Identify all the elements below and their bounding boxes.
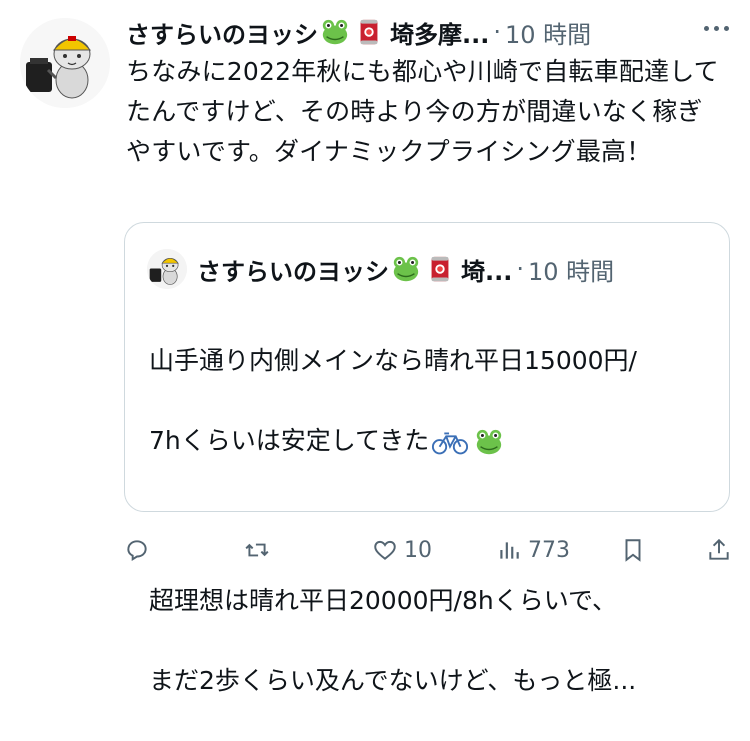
tweet-actions-bar: 10 773	[0, 530, 750, 570]
bicycle-emoji-icon	[432, 432, 469, 455]
tweet-text: ちなみに2022年秋にも都心や川崎で自転車配達してたんですけど、その時より今の方…	[126, 57, 719, 166]
quoted-line: 7hくらいは安定してきた	[149, 421, 719, 461]
quoted-author-avatar	[147, 249, 187, 289]
quoted-line-text: 7hくらいは安定してきた	[149, 426, 430, 455]
reply-button[interactable]	[124, 536, 150, 564]
more-dot-icon	[703, 25, 709, 31]
quoted-author-name-suffix: 埼...	[461, 257, 513, 286]
quoted-tweet-card[interactable]: さすらいのヨッシ 埼... · 10 時間 山手通り内側メインなら晴れ平日150…	[124, 222, 730, 695]
quoted-tweet-text: 山手通り内側メインなら晴れ平日15000円/ 7hくらいは安定してきた 超理想は…	[149, 301, 719, 741]
frog-emoji-icon	[477, 429, 502, 455]
views-icon	[500, 542, 519, 559]
retweet-button[interactable]	[244, 536, 270, 564]
cat-helmet-avatar-icon	[20, 18, 110, 108]
retweet-icon	[245, 543, 269, 557]
frog-emoji-icon	[322, 19, 348, 45]
more-options-button[interactable]	[696, 16, 736, 40]
canned-food-emoji-icon	[431, 256, 449, 282]
quoted-line: 山手通り内側メインなら晴れ平日15000円/	[149, 346, 637, 375]
bookmark-button[interactable]	[620, 536, 646, 564]
share-icon	[709, 538, 729, 560]
canned-food-emoji-icon	[360, 19, 378, 45]
bookmark-icon	[625, 539, 641, 562]
quoted-tweet-header: さすらいのヨッシ 埼... · 10 時間	[197, 249, 614, 289]
heart-icon	[374, 540, 396, 560]
frog-emoji-icon	[393, 256, 419, 282]
like-button[interactable]: 10	[372, 536, 432, 564]
views-count: 773	[528, 537, 570, 563]
share-button[interactable]	[706, 536, 732, 564]
author-avatar[interactable]	[20, 18, 110, 108]
separator-dot: ·	[493, 18, 501, 46]
quoted-line: 超理想は晴れ平日20000円/8hくらいで、	[149, 586, 617, 615]
author-name[interactable]: さすらいのヨッシ	[126, 15, 318, 50]
quoted-line: まだ2歩くらい及んでないけど、もっと極...	[149, 666, 637, 695]
more-dot-icon	[723, 25, 729, 31]
tweet-time[interactable]: 10 時間	[505, 15, 591, 50]
quoted-author-name: さすらいのヨッシ	[197, 257, 389, 286]
like-count: 10	[404, 537, 432, 563]
cat-helmet-avatar-icon	[147, 249, 187, 289]
author-name-suffix[interactable]: 埼多摩...	[390, 15, 489, 50]
separator-dot: ·	[516, 255, 524, 283]
views-button[interactable]: 773	[496, 536, 570, 564]
reply-icon	[127, 540, 147, 561]
tweet-header: さすらいのヨッシ 埼多摩... · 10 時間	[126, 12, 591, 52]
more-dot-icon	[713, 25, 719, 31]
quoted-tweet-time: 10 時間	[528, 257, 615, 286]
